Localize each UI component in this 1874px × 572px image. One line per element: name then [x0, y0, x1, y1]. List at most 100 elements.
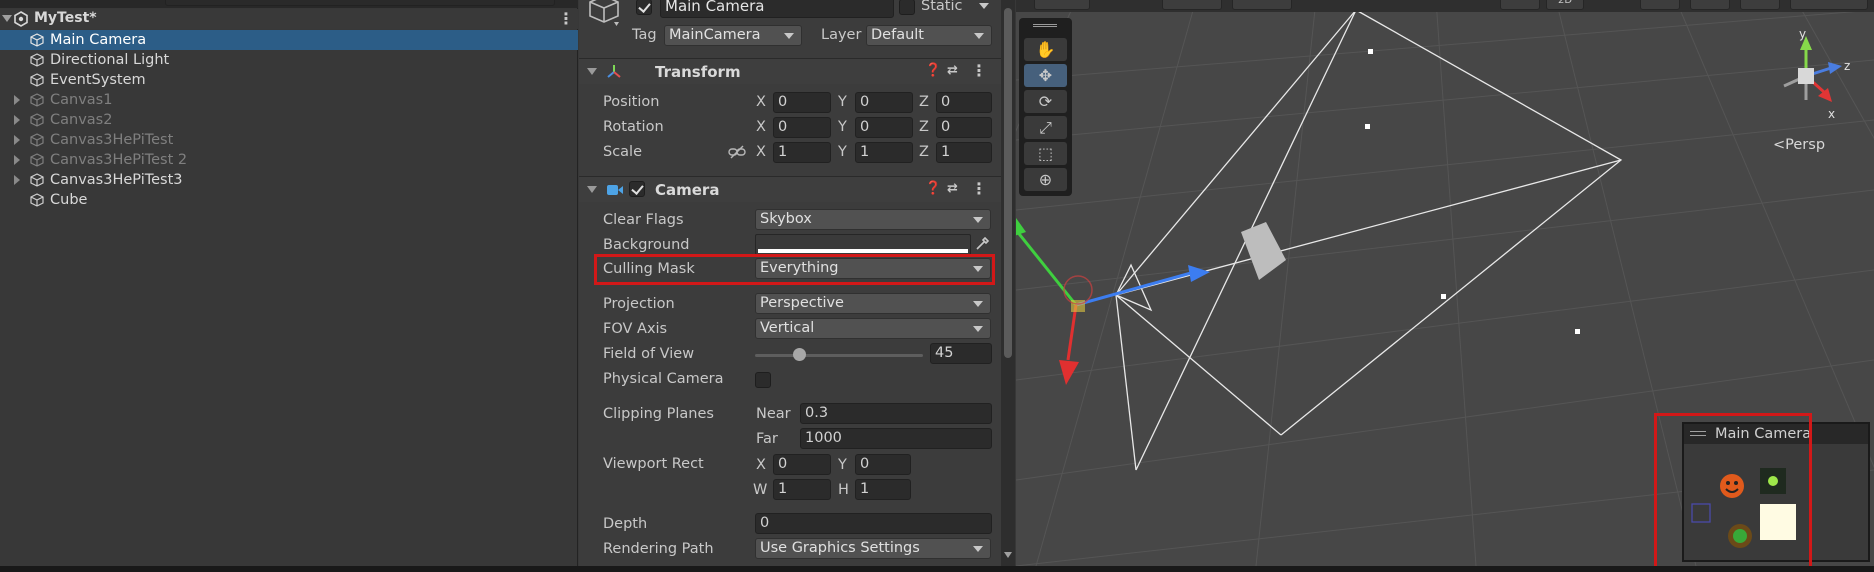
tag-dropdown[interactable]: MainCamera	[664, 25, 802, 46]
static-checkbox[interactable]	[899, 0, 915, 15]
position-x-field[interactable]: 0	[773, 92, 831, 113]
scroll-down-icon[interactable]	[1004, 552, 1012, 558]
scale-tool-icon[interactable]: ⤢	[1024, 116, 1067, 139]
hierarchy-item-canvas1[interactable]: Canvas1	[0, 90, 578, 110]
rect-tool-icon[interactable]: ⬚	[1024, 142, 1067, 165]
gizmo-z-axis[interactable]	[1075, 271, 1192, 307]
hierarchy-item-directional-light[interactable]: Directional Light	[0, 50, 578, 70]
inspector-scrollbar[interactable]	[1001, 0, 1015, 566]
hierarchy-search-input[interactable]	[165, 0, 555, 6]
gizmo-z-cone-icon[interactable]	[1828, 62, 1842, 74]
fov-axis-dropdown[interactable]: Vertical	[755, 318, 991, 339]
eyedropper-icon[interactable]	[974, 236, 990, 252]
frustum-handle[interactable]	[1368, 49, 1373, 54]
camera-enabled-checkbox[interactable]	[629, 181, 645, 197]
layer-dropdown[interactable]: Default	[866, 25, 992, 46]
hierarchy-item-canvas2[interactable]: Canvas2	[0, 110, 578, 130]
cube-object[interactable]	[1241, 222, 1286, 280]
hierarchy-item-eventsystem[interactable]: EventSystem	[0, 70, 578, 90]
kebab-menu-icon[interactable]: ⋮	[971, 63, 987, 79]
frustum-handle[interactable]	[1441, 294, 1446, 299]
frustum-handle[interactable]	[1365, 124, 1370, 129]
hierarchy-item-cube[interactable]: Cube	[0, 190, 578, 210]
position-z-field[interactable]: 0	[936, 92, 992, 113]
gizmo-y-arrow-icon[interactable]	[1016, 218, 1026, 236]
near-clip-field[interactable]: 0.3	[800, 403, 992, 424]
physical-camera-checkbox[interactable]	[755, 372, 771, 388]
axis-y-label: Y	[838, 94, 847, 110]
object-active-checkbox[interactable]	[636, 0, 652, 15]
collapse-arrow-icon[interactable]	[587, 68, 597, 75]
kebab-menu-icon[interactable]: ⋮	[558, 11, 574, 27]
rotation-x-field[interactable]: 0	[773, 117, 831, 138]
kebab-menu-icon[interactable]: ⋮	[971, 181, 987, 197]
toolbar-lighting-button[interactable]	[1640, 0, 1680, 10]
hierarchy-item-main-camera[interactable]: Main Camera	[0, 30, 578, 50]
rotation-y-field[interactable]: 0	[855, 117, 913, 138]
toolbar-gizmos-button[interactable]	[1790, 0, 1868, 10]
preset-sliders-icon[interactable]: ⇄	[947, 63, 958, 78]
hierarchy-item-canvas3hepitest[interactable]: Canvas3HePiTest	[0, 130, 578, 150]
camera-component-header[interactable]: Camera ❓ ⇄ ⋮	[579, 176, 1001, 202]
help-icon[interactable]: ❓	[925, 181, 941, 196]
hierarchy-item-canvas3hepitest-2[interactable]: Canvas3HePiTest 2	[0, 150, 578, 170]
transform-component-header[interactable]: Transform ❓ ⇄ ⋮	[579, 58, 1001, 84]
frustum-handle[interactable]	[1575, 329, 1580, 334]
viewport-w-field[interactable]: 1	[773, 479, 831, 500]
expand-arrow-icon[interactable]	[2, 15, 12, 22]
preset-sliders-icon[interactable]: ⇄	[947, 181, 958, 196]
scale-y-field[interactable]: 1	[855, 142, 913, 163]
viewport-y-field[interactable]: 0	[855, 454, 911, 475]
static-dropdown-icon[interactable]	[979, 3, 989, 9]
gizmo-x-axis[interactable]	[1066, 304, 1078, 361]
expand-arrow-icon[interactable]	[14, 95, 20, 105]
constrain-proportions-link-icon[interactable]	[728, 145, 746, 159]
rendering-path-label: Rendering Path	[603, 541, 714, 557]
toolbar-pivot-group[interactable]	[1162, 0, 1222, 10]
toolbar-audio-button[interactable]	[1690, 0, 1730, 10]
fov-value-field[interactable]: 45	[930, 343, 992, 364]
collapse-arrow-icon[interactable]	[587, 186, 597, 193]
depth-field[interactable]: 0	[755, 513, 992, 534]
help-icon[interactable]: ❓	[925, 63, 941, 78]
hand-tool-icon[interactable]: ✋	[1024, 38, 1067, 61]
viewport-x-field[interactable]: 0	[773, 454, 831, 475]
toolbar-effects-button[interactable]	[1740, 0, 1780, 10]
axis-y-label: Y	[838, 457, 847, 473]
orientation-gizmo[interactable]: y z x	[1756, 28, 1856, 123]
move-tool-icon[interactable]: ✥	[1024, 64, 1067, 87]
rotation-z-field[interactable]: 0	[936, 117, 992, 138]
viewport-h-field[interactable]: 1	[855, 479, 911, 500]
projection-dropdown[interactable]: Perspective	[755, 293, 991, 314]
scrollbar-thumb[interactable]	[1004, 8, 1012, 358]
drag-handle-icon[interactable]	[1033, 24, 1057, 27]
expand-arrow-icon[interactable]	[14, 135, 20, 145]
hierarchy-item-canvas3hepitest3[interactable]: Canvas3HePiTest3	[0, 170, 578, 190]
toolbar-2d-button[interactable]: 2D	[1546, 0, 1584, 10]
transform-title: Transform	[655, 63, 741, 81]
rendering-path-dropdown[interactable]: Use Graphics Settings	[755, 538, 991, 559]
gizmo-y-axis[interactable]	[1016, 229, 1078, 306]
rotate-tool-icon[interactable]: ⟳	[1024, 90, 1067, 113]
fov-slider-track[interactable]	[755, 354, 923, 357]
toolbar-grid-group[interactable]	[1232, 0, 1292, 10]
object-name-field[interactable]: Main Camera	[660, 0, 894, 18]
axis-y-label: Y	[838, 119, 847, 135]
transform-tool-icon[interactable]: ⊕	[1024, 168, 1067, 191]
gizmo-center-handle[interactable]	[1071, 300, 1085, 312]
scale-z-field[interactable]: 1	[936, 142, 992, 163]
hierarchy-item-label: Main Camera	[50, 32, 147, 48]
clear-flags-dropdown[interactable]: Skybox	[755, 209, 991, 230]
fov-slider-thumb[interactable]	[793, 348, 806, 361]
far-clip-field[interactable]: 1000	[800, 428, 992, 449]
toolbar-draw-mode[interactable]	[1500, 0, 1540, 10]
expand-arrow-icon[interactable]	[14, 155, 20, 165]
expand-arrow-icon[interactable]	[14, 115, 20, 125]
scale-x-field[interactable]: 1	[773, 142, 831, 163]
scene-root-row[interactable]: MyTest* ⋮	[0, 9, 578, 29]
background-color-field[interactable]	[755, 234, 971, 255]
persp-toggle[interactable]: <Persp	[1773, 137, 1825, 153]
position-y-field[interactable]: 0	[855, 92, 913, 113]
expand-arrow-icon[interactable]	[14, 175, 20, 185]
toolbar-tool-group[interactable]	[1034, 0, 1090, 10]
